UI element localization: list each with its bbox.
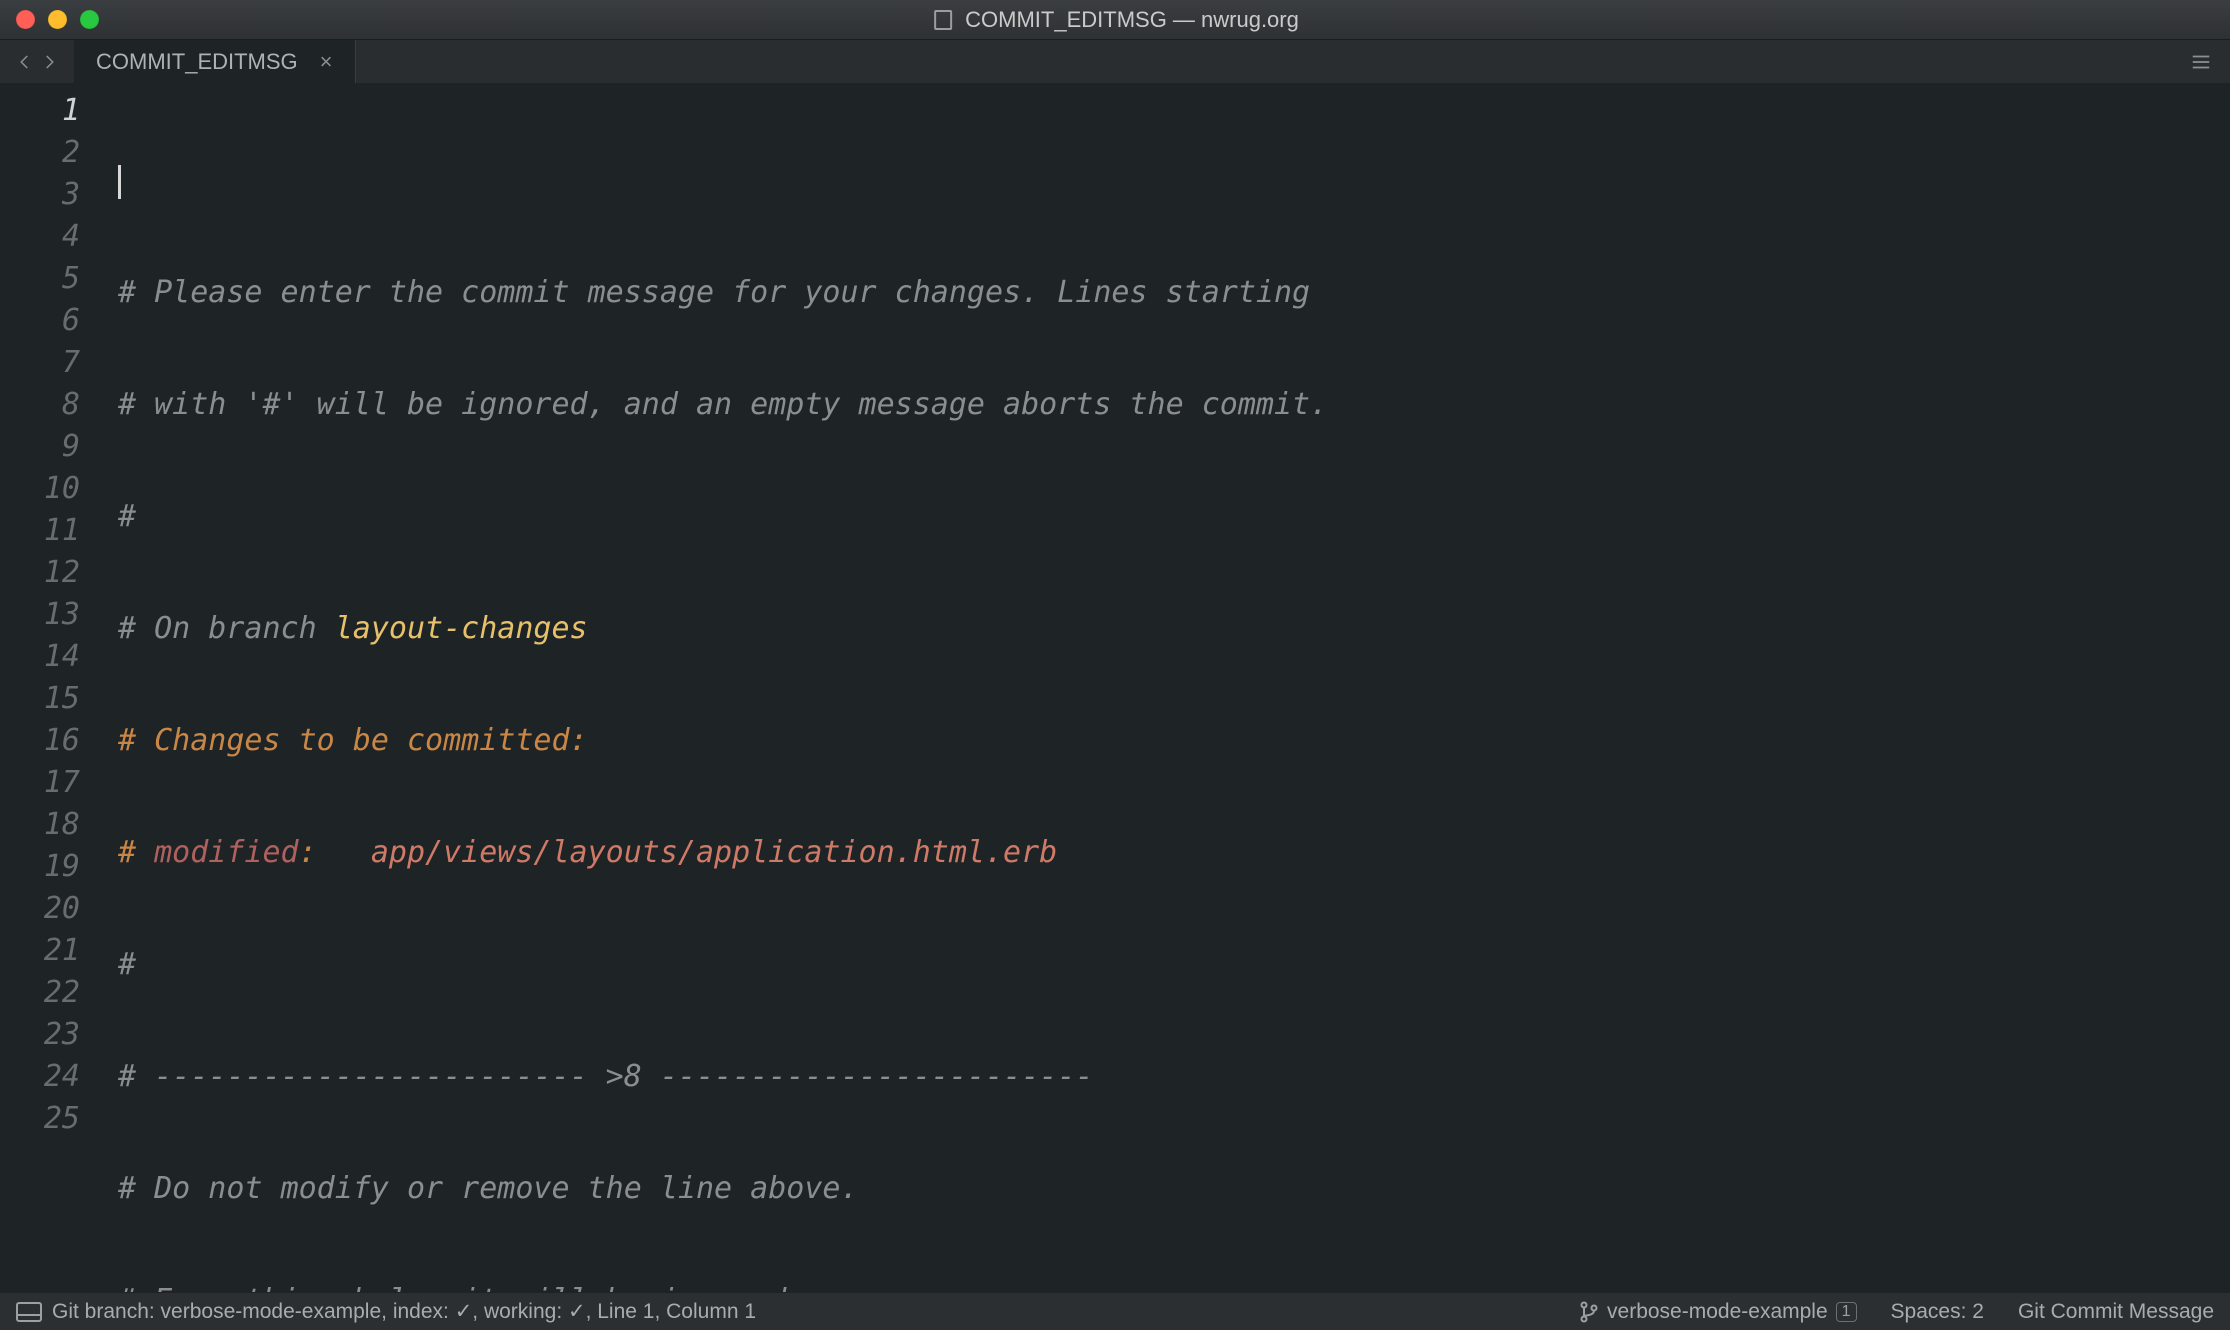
code-line: # Changes to be committed: xyxy=(100,720,2230,762)
tab-close-icon[interactable]: × xyxy=(320,49,333,75)
line-number: 23 xyxy=(0,1014,100,1056)
code-line: # modified: app/views/layouts/applicatio… xyxy=(100,832,2230,874)
line-number: 17 xyxy=(0,762,100,804)
panel-icon[interactable] xyxy=(16,1302,42,1322)
line-number: 6 xyxy=(0,300,100,342)
window-title-text: COMMIT_EDITMSG — nwrug.org xyxy=(965,7,1299,33)
window-title: COMMIT_EDITMSG — nwrug.org xyxy=(931,7,1299,33)
status-spaces[interactable]: Spaces: 2 xyxy=(1891,1300,1984,1324)
line-number: 2 xyxy=(0,132,100,174)
status-syntax[interactable]: Git Commit Message xyxy=(2018,1300,2214,1324)
window-controls xyxy=(0,10,99,29)
code-line: # with '#' will be ignored, and an empty… xyxy=(100,384,2230,426)
line-number: 14 xyxy=(0,636,100,678)
status-left-text: Git branch: verbose-mode-example, index:… xyxy=(52,1299,756,1324)
line-number: 13 xyxy=(0,594,100,636)
git-branch-icon xyxy=(1579,1301,1599,1323)
line-number: 1 xyxy=(0,90,100,132)
line-number: 24 xyxy=(0,1056,100,1098)
code-line: # Do not modify or remove the line above… xyxy=(100,1168,2230,1210)
line-number: 9 xyxy=(0,426,100,468)
editor[interactable]: 1 2 3 4 5 6 7 8 9 10 11 12 13 14 15 16 1… xyxy=(0,84,2230,1292)
nav-arrows xyxy=(0,40,74,83)
gutter: 1 2 3 4 5 6 7 8 9 10 11 12 13 14 15 16 1… xyxy=(0,84,100,1292)
line-number: 22 xyxy=(0,972,100,1014)
line-number: 11 xyxy=(0,510,100,552)
status-branch[interactable]: verbose-mode-example 1 xyxy=(1579,1300,1857,1324)
code-line xyxy=(100,160,2230,202)
nav-back-icon[interactable] xyxy=(16,53,34,71)
code-line: # xyxy=(100,496,2230,538)
nav-forward-icon[interactable] xyxy=(40,53,58,71)
code-line: # Everything below it will be ignored. xyxy=(100,1280,2230,1292)
code-line: # xyxy=(100,944,2230,986)
line-number: 15 xyxy=(0,678,100,720)
menu-button[interactable] xyxy=(2172,40,2230,83)
hamburger-icon xyxy=(2190,51,2212,73)
tab-bar: COMMIT_EDITMSG × xyxy=(0,40,2230,84)
line-number: 25 xyxy=(0,1098,100,1140)
line-number: 4 xyxy=(0,216,100,258)
line-number: 19 xyxy=(0,846,100,888)
code-area[interactable]: # Please enter the commit message for yo… xyxy=(100,84,2230,1292)
tab-label: COMMIT_EDITMSG xyxy=(96,49,298,75)
tab-commit-editmsg[interactable]: COMMIT_EDITMSG × xyxy=(74,40,356,83)
line-number: 8 xyxy=(0,384,100,426)
line-number: 7 xyxy=(0,342,100,384)
line-number: 18 xyxy=(0,804,100,846)
title-bar: COMMIT_EDITMSG — nwrug.org xyxy=(0,0,2230,40)
close-window-button[interactable] xyxy=(16,10,35,29)
line-number: 16 xyxy=(0,720,100,762)
line-number: 10 xyxy=(0,468,100,510)
text-cursor xyxy=(118,165,121,199)
line-number: 21 xyxy=(0,930,100,972)
document-icon xyxy=(931,8,955,32)
code-line: # ------------------------ >8 ----------… xyxy=(100,1056,2230,1098)
zoom-window-button[interactable] xyxy=(80,10,99,29)
line-number: 3 xyxy=(0,174,100,216)
line-number: 20 xyxy=(0,888,100,930)
code-line: # Please enter the commit message for yo… xyxy=(100,272,2230,314)
minimize-window-button[interactable] xyxy=(48,10,67,29)
line-number: 12 xyxy=(0,552,100,594)
code-line: # On branch layout-changes xyxy=(100,608,2230,650)
status-bar: Git branch: verbose-mode-example, index:… xyxy=(0,1292,2230,1330)
status-branch-text: verbose-mode-example xyxy=(1607,1300,1828,1324)
line-number: 5 xyxy=(0,258,100,300)
status-branch-keycap: 1 xyxy=(1836,1302,1857,1322)
